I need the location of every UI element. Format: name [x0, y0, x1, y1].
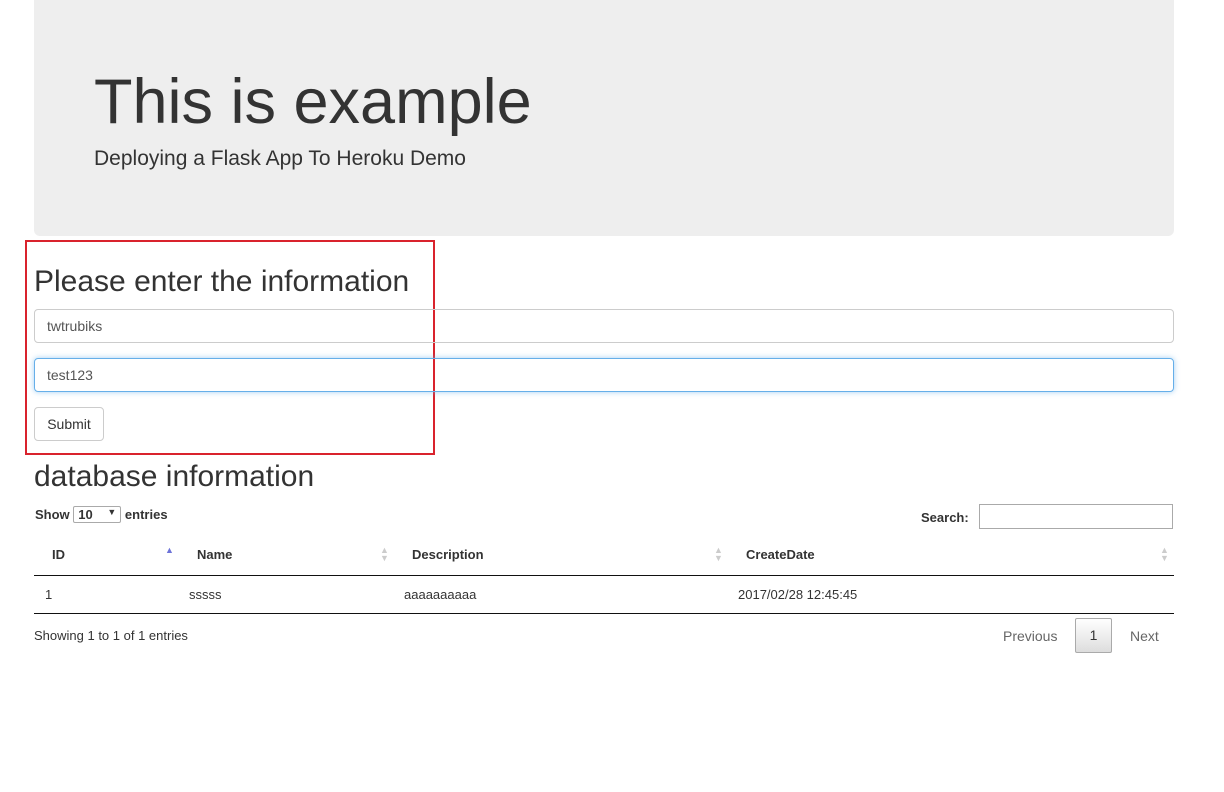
next-button[interactable]: Next: [1130, 628, 1159, 644]
header-divider: [34, 575, 1174, 576]
cell-createdate: 2017/02/28 12:45:45: [738, 587, 858, 602]
jumbotron: This is example Deploying a Flask App To…: [34, 0, 1174, 236]
sort-icon: ▲ ▼: [380, 545, 389, 563]
sort-icon: ▲ ▼: [1160, 545, 1169, 563]
search-input[interactable]: [979, 504, 1173, 529]
col-id[interactable]: ID: [52, 547, 65, 562]
cell-name: sssss: [189, 587, 222, 602]
submit-button[interactable]: Submit: [34, 407, 104, 441]
sort-icon: ▲ ▼: [714, 545, 723, 563]
length-select[interactable]: 10 ▼: [73, 506, 122, 523]
length-control: Show 10 ▼ entries: [35, 506, 168, 523]
db-heading: database information: [34, 460, 315, 493]
sort-asc-icon: ▲: [165, 545, 174, 555]
cell-description: aaaaaaaaaa: [404, 587, 477, 602]
page-subtitle: Deploying a Flask App To Heroku Demo: [94, 147, 466, 170]
previous-button[interactable]: Previous: [1003, 628, 1057, 644]
col-name[interactable]: Name: [197, 547, 232, 562]
table-info: Showing 1 to 1 of 1 entries: [34, 628, 188, 643]
table-bottom-divider: [34, 613, 1174, 614]
col-description[interactable]: Description: [412, 547, 484, 562]
username-input[interactable]: twtrubiks: [34, 309, 1174, 343]
page-title: This is example: [94, 67, 532, 137]
form-heading: Please enter the information: [34, 265, 410, 298]
password-input[interactable]: test123: [34, 358, 1174, 392]
cell-id: 1: [45, 587, 53, 602]
search-label: Search:: [921, 510, 969, 525]
col-createdate[interactable]: CreateDate: [746, 547, 815, 562]
page-1-button[interactable]: 1: [1075, 618, 1112, 653]
